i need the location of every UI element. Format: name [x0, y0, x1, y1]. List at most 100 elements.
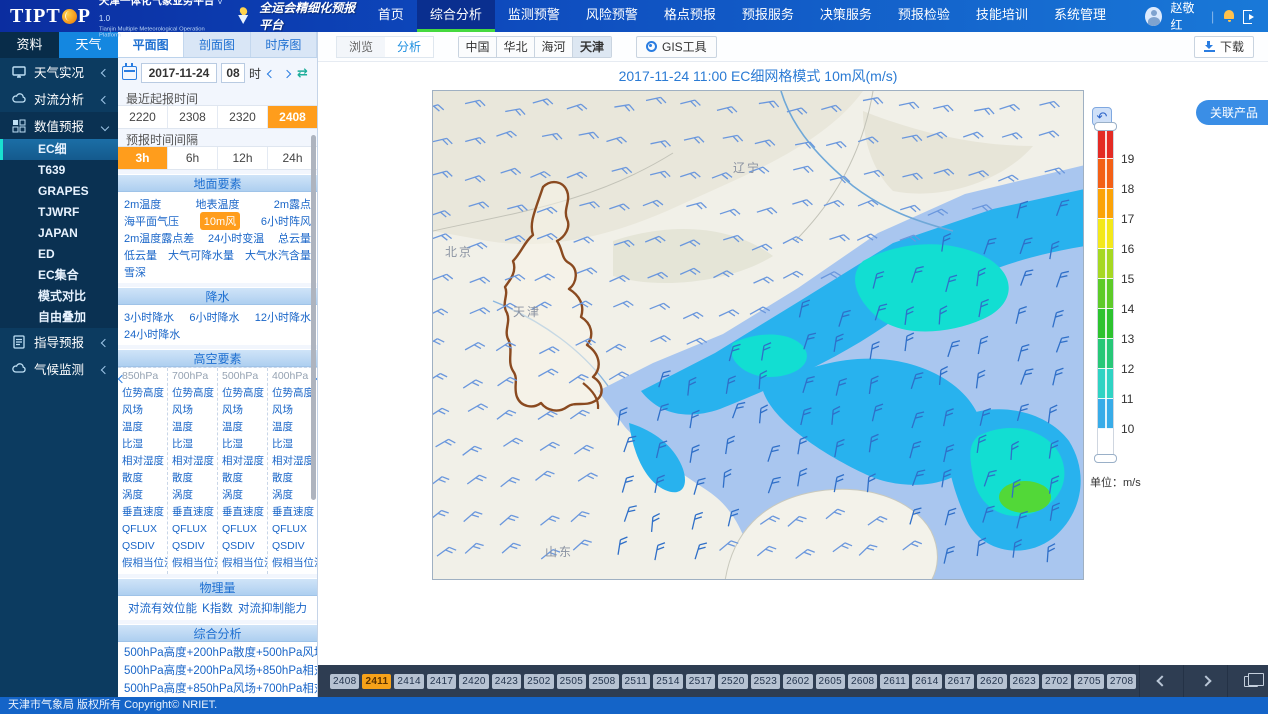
element-button[interactable]: 比湿	[172, 436, 217, 453]
element-button[interactable]: QFLUX	[122, 521, 167, 538]
init-time-button[interactable]: 2220	[118, 106, 168, 128]
element-button[interactable]: QSDIV	[222, 538, 267, 555]
submenu-item[interactable]: GRAPES	[0, 181, 118, 202]
time-step-button[interactable]: 2417	[427, 674, 456, 689]
element-button[interactable]: 6小时降水	[189, 309, 239, 325]
element-button[interactable]: 风场	[122, 402, 167, 419]
panel-scrollbar[interactable]	[311, 135, 316, 500]
element-button[interactable]: 2m温度	[124, 196, 161, 212]
element-button[interactable]: 散度	[172, 470, 217, 487]
element-button[interactable]: 12小时降水	[255, 309, 311, 325]
time-step-button[interactable]: 2605	[816, 674, 845, 689]
interval-button[interactable]: 24h	[268, 147, 317, 169]
time-step-button[interactable]: 2517	[686, 674, 715, 689]
element-button[interactable]: 3小时降水	[124, 309, 174, 325]
element-button[interactable]: QFLUX	[272, 521, 317, 538]
submenu-item[interactable]: TJWRF	[0, 202, 118, 223]
mode-tab[interactable]: 分析	[385, 37, 433, 57]
avatar[interactable]	[1145, 7, 1162, 26]
loop-icon[interactable]: ⇄	[297, 65, 308, 81]
element-button[interactable]: 大气可降水量	[168, 247, 234, 263]
element-button[interactable]: 温度	[222, 419, 267, 436]
element-button[interactable]: 涡度	[222, 487, 267, 504]
region-tab[interactable]: 天津	[573, 37, 611, 57]
element-button[interactable]: 对流抑制能力	[238, 600, 307, 616]
nav-item[interactable]: 决策服务	[807, 0, 885, 32]
sidebar-item-numeric-forecast[interactable]: 数值预报	[0, 112, 118, 139]
element-button[interactable]: 比湿	[222, 436, 267, 453]
time-step-button[interactable]: 2514	[653, 674, 682, 689]
init-time-button[interactable]: 2308	[168, 106, 218, 128]
element-button[interactable]: 2m露点	[274, 196, 311, 212]
interval-button[interactable]: 6h	[168, 147, 218, 169]
related-products-button[interactable]: 关联产品	[1196, 100, 1268, 125]
snapshot-button[interactable]	[1227, 665, 1268, 697]
nav-item[interactable]: 预报服务	[729, 0, 807, 32]
element-button[interactable]: 位势高度	[172, 385, 217, 402]
sidebar-item-guidance[interactable]: 指导预报	[0, 328, 118, 355]
combo-button[interactable]: 500hPa高度+850hPa风场+700hPa相对湿度	[124, 680, 317, 697]
element-button[interactable]: QFLUX	[222, 521, 267, 538]
element-button[interactable]: 涡度	[122, 487, 167, 504]
calendar-icon[interactable]	[122, 66, 137, 80]
element-button[interactable]: 垂直速度	[222, 504, 267, 521]
prev-hour-button[interactable]	[265, 62, 277, 84]
element-button[interactable]: 6小时阵风	[261, 213, 311, 229]
bell-icon[interactable]	[1223, 10, 1233, 22]
time-step-button[interactable]: 2620	[977, 674, 1006, 689]
gis-tools-button[interactable]: GIS工具	[636, 36, 717, 58]
nav-item[interactable]: 格点预报	[651, 0, 729, 32]
download-button[interactable]: 下载	[1194, 36, 1254, 58]
time-step-button[interactable]: 2602	[783, 674, 812, 689]
init-time-button[interactable]: 2408	[268, 106, 317, 128]
nav-item[interactable]: 综合分析	[417, 0, 495, 32]
element-button[interactable]: K指数	[202, 600, 233, 616]
element-button[interactable]: 风场	[172, 402, 217, 419]
hour-input[interactable]	[221, 63, 245, 83]
element-button[interactable]: QSDIV	[172, 538, 217, 555]
submenu-item[interactable]: 模式对比	[0, 286, 118, 307]
time-step-button[interactable]: 2414	[394, 674, 423, 689]
init-time-button[interactable]: 2320	[218, 106, 268, 128]
timeline-next-button[interactable]	[1183, 665, 1227, 697]
region-tab[interactable]: 中国	[459, 37, 497, 57]
element-button[interactable]: 散度	[122, 470, 167, 487]
element-button[interactable]: 位势高度	[122, 385, 167, 402]
element-button[interactable]: 24小时变温	[208, 230, 264, 246]
nav-item[interactable]: 风险预警	[573, 0, 651, 32]
time-step-button[interactable]: 2420	[459, 674, 488, 689]
element-button[interactable]: 温度	[122, 419, 167, 436]
time-step-button[interactable]: 2708	[1107, 674, 1136, 689]
wind-speed-legend[interactable]	[1097, 128, 1114, 458]
combo-button[interactable]: 500hPa高度+200hPa风场+850hPa相对湿度	[124, 662, 317, 680]
time-step-button[interactable]: 2523	[751, 674, 780, 689]
wind-map[interactable]: 辽宁北京天津山东	[432, 90, 1084, 580]
nav-item[interactable]: 监测预警	[495, 0, 573, 32]
element-button[interactable]: 相对湿度	[222, 453, 267, 470]
sidebar-item-convection[interactable]: 对流分析	[0, 85, 118, 112]
element-button[interactable]: 24小时降水	[124, 326, 180, 342]
element-button[interactable]: 假相当位温	[172, 555, 217, 572]
submenu-item[interactable]: EC细	[0, 139, 118, 160]
timeline-prev-button[interactable]	[1139, 665, 1183, 697]
legend-handle-bottom[interactable]	[1094, 454, 1117, 463]
time-step-button[interactable]: 2411	[362, 674, 391, 689]
element-button[interactable]: 垂直速度	[172, 504, 217, 521]
element-button[interactable]: 垂直速度	[122, 504, 167, 521]
scroll-left-icon[interactable]	[119, 369, 125, 387]
time-step-button[interactable]: 2702	[1042, 674, 1071, 689]
element-button[interactable]: 海平面气压	[124, 213, 179, 229]
interval-button[interactable]: 12h	[218, 147, 268, 169]
element-button[interactable]: 风场	[222, 402, 267, 419]
nav-item[interactable]: 系统管理	[1041, 0, 1119, 32]
combo-button[interactable]: 500hPa高度+200hPa散度+500hPa风场	[124, 644, 317, 662]
element-button[interactable]: 相对湿度	[122, 453, 167, 470]
time-step-button[interactable]: 2614	[912, 674, 941, 689]
time-step-button[interactable]: 2423	[492, 674, 521, 689]
element-button[interactable]: 垂直速度	[272, 504, 317, 521]
time-step-button[interactable]: 2705	[1074, 674, 1103, 689]
element-button[interactable]: 对流有效位能	[128, 600, 197, 616]
sidebar-item-weather-live[interactable]: 天气实况	[0, 58, 118, 85]
next-hour-button[interactable]	[281, 62, 293, 84]
submenu-item[interactable]: JAPAN	[0, 223, 118, 244]
